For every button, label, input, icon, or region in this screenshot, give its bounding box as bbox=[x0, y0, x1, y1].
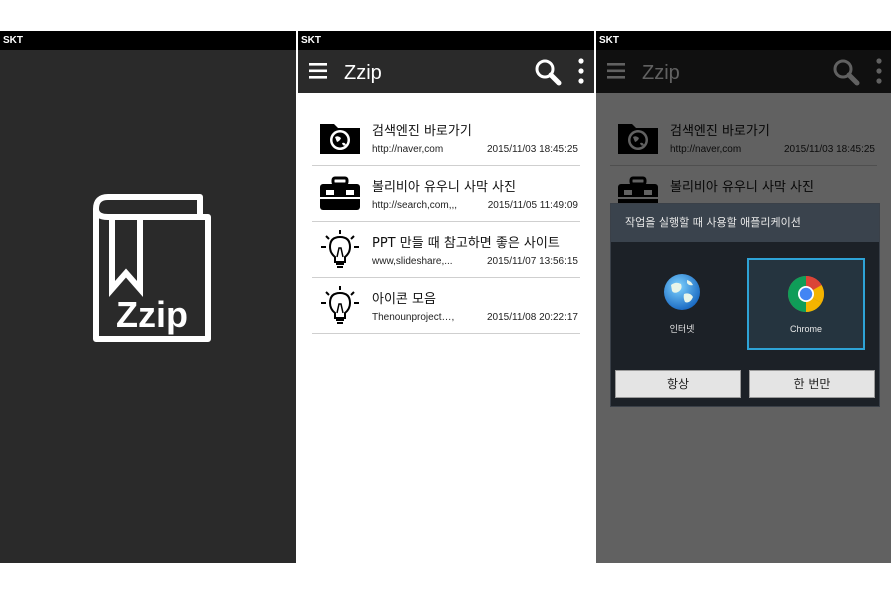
app-title: Zzip bbox=[344, 62, 382, 84]
app-chooser-dialog: 작업을 실행할 때 사용할 애플리케이션 인터넷 Chrome 항상 한 번만 bbox=[610, 203, 880, 407]
internet-app-option[interactable]: 인터넷 bbox=[623, 258, 741, 350]
internet-option-label: 인터넷 bbox=[669, 324, 695, 334]
bookmark-list: 검색엔진 바로가기 http://naver,com 2015/11/03 18… bbox=[312, 111, 580, 335]
more-vertical-icon[interactable] bbox=[578, 58, 584, 84]
bookmark-date: 2015/11/03 18:45:25 bbox=[486, 144, 578, 155]
chrome-option-label: Chrome bbox=[789, 324, 822, 334]
splash-screen: SKT Zzip bbox=[0, 31, 296, 563]
chrome-app-option[interactable]: Chrome bbox=[747, 258, 865, 350]
bookmark-title: 볼리비아 유우니 사막 사진 bbox=[372, 180, 516, 195]
carrier-label: SKT bbox=[599, 35, 619, 46]
bookmark-item[interactable]: 아이콘 모음 Thenounproject…, 2015/11/08 20:22… bbox=[312, 279, 580, 334]
folder-globe-icon bbox=[320, 124, 360, 154]
hamburger-menu-icon[interactable] bbox=[308, 59, 330, 83]
bookmark-item[interactable]: 볼리비아 유우니 사막 사진 http://search,com,,, 2015… bbox=[312, 167, 580, 222]
splash-logo-text: Zzip bbox=[116, 294, 188, 335]
carrier-label: SKT bbox=[301, 35, 321, 46]
app-chooser-screen: SKT Zzip 검색엔진 바로가기 http://naver,com 2015… bbox=[596, 31, 891, 563]
status-bar: SKT bbox=[298, 31, 594, 50]
bookmark-list-screen: SKT Zzip 검색엔진 바로가기 http://naver,com 2015… bbox=[298, 31, 594, 563]
carrier-label: SKT bbox=[3, 35, 23, 46]
action-bar: Zzip bbox=[298, 50, 594, 93]
search-icon[interactable] bbox=[534, 58, 562, 86]
lightbulb-icon bbox=[321, 230, 359, 268]
bookmark-title: 아이콘 모음 bbox=[372, 292, 436, 307]
lightbulb-icon bbox=[321, 286, 359, 324]
status-bar: SKT bbox=[0, 31, 296, 50]
bookmark-date: 2015/11/08 20:22:17 bbox=[486, 312, 578, 323]
bookmark-url: Thenounproject…, bbox=[372, 312, 455, 323]
bookmark-url: http://search,com,,, bbox=[372, 200, 458, 211]
bookmark-item[interactable]: 검색엔진 바로가기 http://naver,com 2015/11/03 18… bbox=[312, 111, 580, 166]
bookmark-url: http://naver,com bbox=[372, 144, 444, 155]
dialog-title: 작업을 실행할 때 사용할 애플리케이션 bbox=[611, 204, 879, 242]
just-once-button[interactable]: 한 번만 bbox=[749, 370, 875, 398]
bookmark-date: 2015/11/07 13:56:15 bbox=[486, 256, 578, 267]
bookmark-item[interactable]: PPT 만들 때 참고하면 좋은 사이트 www,slideshare,... … bbox=[312, 223, 580, 278]
chrome-icon bbox=[787, 276, 825, 313]
bookmark-date: 2015/11/05 11:49:09 bbox=[487, 200, 578, 211]
status-bar: SKT bbox=[596, 31, 891, 50]
bookmark-title: 검색엔진 바로가기 bbox=[372, 124, 472, 139]
bookmark-title: PPT 만들 때 참고하면 좋은 사이트 bbox=[372, 236, 560, 251]
internet-globe-icon bbox=[664, 274, 700, 310]
zzip-book-logo-icon: Zzip bbox=[93, 194, 211, 342]
briefcase-icon bbox=[320, 176, 360, 210]
always-button[interactable]: 항상 bbox=[615, 370, 741, 398]
bookmark-url: www,slideshare,... bbox=[372, 256, 453, 267]
